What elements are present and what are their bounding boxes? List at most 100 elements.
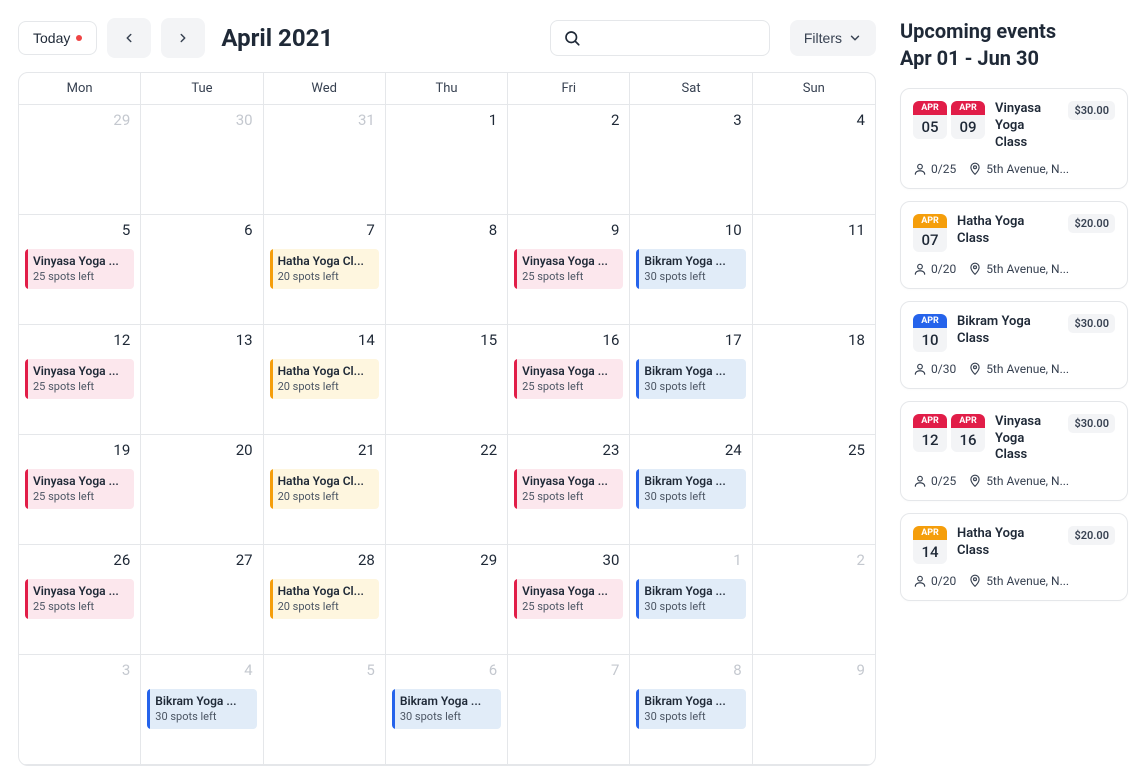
day-cell[interactable]: 11 [753, 215, 875, 325]
day-number: 29 [480, 551, 497, 569]
day-cell[interactable]: 24Bikram Yoga ...30 spots left [630, 435, 752, 545]
day-cell[interactable]: 5 [264, 655, 386, 765]
filters-button[interactable]: Filters [790, 20, 876, 56]
calendar-event-chip[interactable]: Vinyasa Yoga ...25 spots left [514, 579, 623, 619]
event-card[interactable]: APR05APR09Vinyasa Yoga Class$30.000/255t… [900, 88, 1128, 189]
day-cell[interactable]: 16Vinyasa Yoga ...25 spots left [508, 325, 630, 435]
calendar-event-chip[interactable]: Vinyasa Yoga ...25 spots left [514, 469, 623, 509]
person-icon [913, 162, 927, 176]
day-cell[interactable]: 27 [141, 545, 263, 655]
today-button[interactable]: Today [18, 21, 97, 55]
calendar-event-chip[interactable]: Bikram Yoga ...30 spots left [147, 689, 256, 729]
day-cell[interactable]: 22 [386, 435, 508, 545]
day-cell[interactable]: 28Hatha Yoga Cl...20 spots left [264, 545, 386, 655]
calendar-grid: MonTueWedThuFriSatSun 29303112345Vinyasa… [18, 72, 876, 766]
day-cell[interactable]: 10Bikram Yoga ...30 spots left [630, 215, 752, 325]
day-cell[interactable]: 8 [386, 215, 508, 325]
calendar-event-chip[interactable]: Hatha Yoga Cl...20 spots left [270, 249, 379, 289]
day-number: 25 [848, 441, 865, 459]
day-number: 6 [489, 661, 497, 679]
capacity: 0/20 [913, 574, 956, 588]
day-cell[interactable]: 20 [141, 435, 263, 545]
event-title: Vinyasa Yoga ... [522, 254, 617, 270]
day-number: 29 [113, 111, 130, 129]
day-cell[interactable]: 19Vinyasa Yoga ...25 spots left [19, 435, 141, 545]
calendar-main: Today April 2021 Filters MonTueWedThuFri… [18, 18, 876, 766]
event-card[interactable]: APR12APR16Vinyasa Yoga Class$30.000/255t… [900, 401, 1128, 502]
day-cell[interactable]: 7Hatha Yoga Cl...20 spots left [264, 215, 386, 325]
calendar-event-chip[interactable]: Hatha Yoga Cl...20 spots left [270, 359, 379, 399]
person-icon [913, 474, 927, 488]
calendar-event-chip[interactable]: Vinyasa Yoga ...25 spots left [25, 469, 134, 509]
person-icon [913, 362, 927, 376]
date-badge: APR10 [913, 314, 947, 352]
day-cell[interactable]: 3 [19, 655, 141, 765]
calendar-event-chip[interactable]: Bikram Yoga ...30 spots left [636, 249, 745, 289]
location: 5th Avenue, N... [968, 362, 1115, 376]
day-cell[interactable]: 9 [753, 655, 875, 765]
dow-cell: Tue [141, 73, 263, 105]
day-cell[interactable]: 15 [386, 325, 508, 435]
day-cell[interactable]: 4 [753, 105, 875, 215]
capacity-value: 0/25 [931, 162, 956, 176]
day-cell[interactable]: 12Vinyasa Yoga ...25 spots left [19, 325, 141, 435]
calendar-event-chip[interactable]: Vinyasa Yoga ...25 spots left [514, 249, 623, 289]
day-cell[interactable]: 7 [508, 655, 630, 765]
sidebar-title-line1: Upcoming events [900, 18, 1128, 45]
day-cell[interactable]: 3 [630, 105, 752, 215]
day-cell[interactable]: 26Vinyasa Yoga ...25 spots left [19, 545, 141, 655]
month-title: April 2021 [221, 24, 333, 52]
prev-month-button[interactable] [107, 18, 151, 58]
day-cell[interactable]: 14Hatha Yoga Cl...20 spots left [264, 325, 386, 435]
date-badge-day: 07 [913, 228, 947, 252]
day-cell[interactable]: 13 [141, 325, 263, 435]
event-title: Vinyasa Yoga ... [33, 474, 128, 490]
day-number: 22 [480, 441, 497, 459]
calendar-event-chip[interactable]: Bikram Yoga ...30 spots left [636, 359, 745, 399]
search-input[interactable] [589, 30, 757, 46]
calendar-event-chip[interactable]: Vinyasa Yoga ...25 spots left [25, 359, 134, 399]
date-badge-day: 09 [951, 115, 985, 139]
toolbar: Today April 2021 Filters [18, 18, 876, 58]
day-cell[interactable]: 8Bikram Yoga ...30 spots left [630, 655, 752, 765]
day-cell[interactable]: 2 [508, 105, 630, 215]
day-cell[interactable]: 30Vinyasa Yoga ...25 spots left [508, 545, 630, 655]
day-cell[interactable]: 18 [753, 325, 875, 435]
calendar-event-chip[interactable]: Bikram Yoga ...30 spots left [392, 689, 501, 729]
day-cell[interactable]: 30 [141, 105, 263, 215]
calendar-event-chip[interactable]: Hatha Yoga Cl...20 spots left [270, 469, 379, 509]
event-cards-list: APR05APR09Vinyasa Yoga Class$30.000/255t… [900, 88, 1128, 601]
calendar-event-chip[interactable]: Bikram Yoga ...30 spots left [636, 469, 745, 509]
day-cell[interactable]: 2 [753, 545, 875, 655]
calendar-event-chip[interactable]: Vinyasa Yoga ...25 spots left [25, 249, 134, 289]
day-cell[interactable]: 5Vinyasa Yoga ...25 spots left [19, 215, 141, 325]
search-box[interactable] [550, 20, 770, 56]
event-card[interactable]: APR14Hatha Yoga Class$20.000/205th Avenu… [900, 513, 1128, 601]
day-cell[interactable]: 17Bikram Yoga ...30 spots left [630, 325, 752, 435]
event-spots: 25 spots left [522, 380, 617, 394]
calendar-event-chip[interactable]: Bikram Yoga ...30 spots left [636, 689, 745, 729]
event-card[interactable]: APR07Hatha Yoga Class$20.000/205th Avenu… [900, 201, 1128, 289]
day-cell[interactable]: 29 [19, 105, 141, 215]
day-number: 1 [733, 551, 741, 569]
day-cell[interactable]: 29 [386, 545, 508, 655]
calendar-event-chip[interactable]: Bikram Yoga ...30 spots left [636, 579, 745, 619]
day-cell[interactable]: 4Bikram Yoga ...30 spots left [141, 655, 263, 765]
day-cell[interactable]: 23Vinyasa Yoga ...25 spots left [508, 435, 630, 545]
day-cell[interactable]: 31 [264, 105, 386, 215]
calendar-event-chip[interactable]: Hatha Yoga Cl...20 spots left [270, 579, 379, 619]
day-cell[interactable]: 1 [386, 105, 508, 215]
event-spots: 20 spots left [278, 380, 373, 394]
day-cell[interactable]: 25 [753, 435, 875, 545]
date-badge-month: APR [913, 314, 947, 328]
day-cell[interactable]: 6 Bikram Yoga ...30 spots left [386, 655, 508, 765]
calendar-event-chip[interactable]: Vinyasa Yoga ...25 spots left [25, 579, 134, 619]
chevron-down-icon [848, 31, 862, 45]
day-cell[interactable]: 6 [141, 215, 263, 325]
calendar-event-chip[interactable]: Vinyasa Yoga ...25 spots left [514, 359, 623, 399]
day-cell[interactable]: 1 Bikram Yoga ...30 spots left [630, 545, 752, 655]
day-cell[interactable]: 21Hatha Yoga Cl...20 spots left [264, 435, 386, 545]
next-month-button[interactable] [161, 18, 205, 58]
day-cell[interactable]: 9Vinyasa Yoga ...25 spots left [508, 215, 630, 325]
event-card[interactable]: APR10Bikram Yoga Class$30.000/305th Aven… [900, 301, 1128, 389]
